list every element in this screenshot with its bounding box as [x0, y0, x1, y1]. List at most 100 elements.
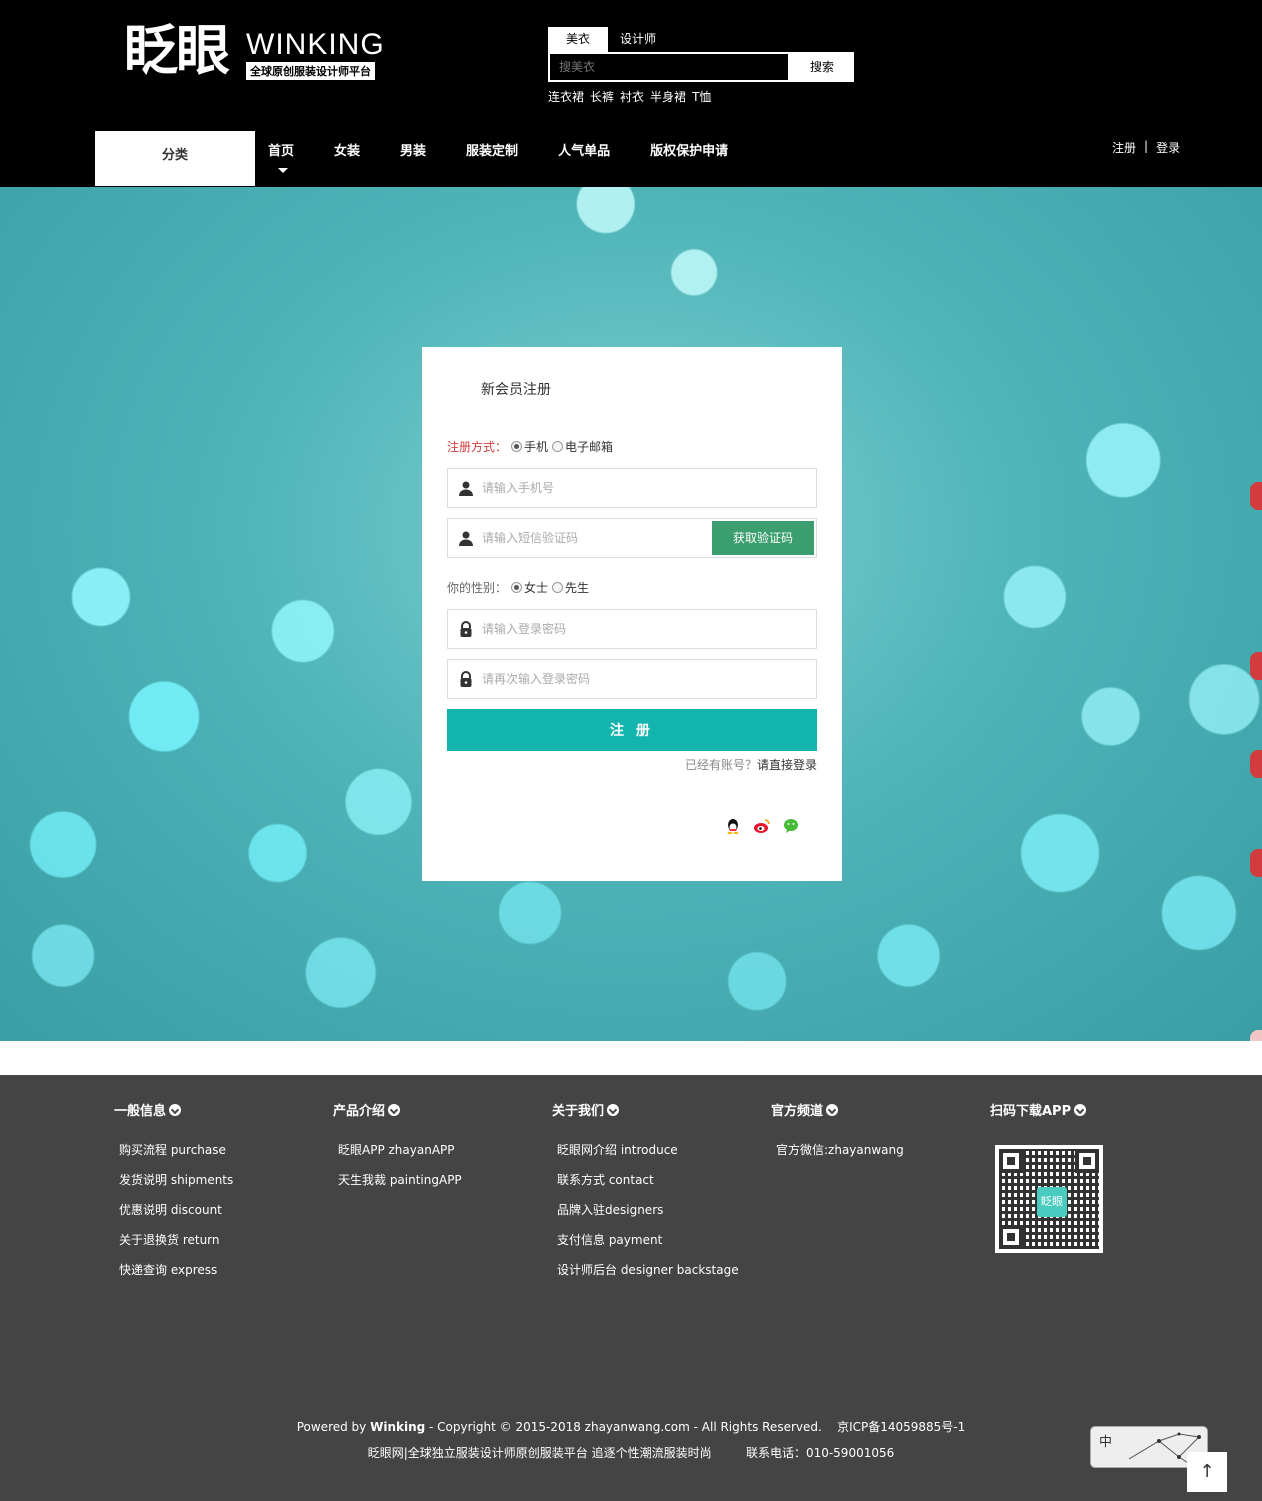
- logo-cn-text: 眨眼: [124, 19, 230, 82]
- nav-women[interactable]: 女装: [334, 140, 360, 159]
- register-link[interactable]: 注册: [1112, 139, 1136, 156]
- hot-word-dress[interactable]: 连衣裙: [548, 88, 584, 105]
- chevron-down-icon: [826, 1103, 839, 1116]
- register-method: 注册方式： 手机 电子邮箱: [447, 438, 613, 455]
- side-float-tab[interactable]: [1250, 750, 1262, 778]
- footer-link[interactable]: 设计师后台 designer backstage: [557, 1261, 739, 1291]
- search-tab-designer[interactable]: 设计师: [608, 27, 668, 52]
- footer-heading-label: 官方频道: [771, 1104, 824, 1119]
- main-nav: 首页 女装 男装 服装定制 人气单品 版权保护申请: [268, 140, 768, 173]
- footer-heading-label: 关于我们: [552, 1104, 605, 1119]
- search-tab-clothes[interactable]: 美衣: [548, 27, 608, 52]
- footer-link[interactable]: 快递查询 express: [119, 1261, 233, 1291]
- footer-link[interactable]: 支付信息 payment: [557, 1231, 739, 1261]
- footer-link[interactable]: 天生我裁 paintingAPP: [338, 1171, 462, 1201]
- gender-select: 你的性别： 女士 先生: [447, 579, 589, 596]
- wechat-icon[interactable]: [783, 818, 801, 834]
- footer-heading[interactable]: 关于我们: [552, 1100, 739, 1119]
- footer-col-products: 产品介绍 眨眼APP zhayanAPP 天生我裁 paintingAPP: [333, 1100, 462, 1201]
- footer-heading[interactable]: 一般信息: [114, 1100, 233, 1119]
- footer-col-app: 扫码下载APP: [990, 1100, 1087, 1119]
- side-float-tab[interactable]: [1250, 482, 1262, 510]
- radio-female-label: 女士: [524, 581, 549, 595]
- direct-login-link[interactable]: 请直接登录: [757, 758, 817, 772]
- nav-home-label: 首页: [268, 144, 295, 159]
- icp-number[interactable]: 京ICP备14059885号-1: [837, 1420, 965, 1434]
- account-links: 注册 | 登录: [1112, 139, 1180, 156]
- qr-finder: [1075, 1149, 1099, 1173]
- footer-link[interactable]: 关于退换货 return: [119, 1231, 233, 1261]
- footer-link[interactable]: 发货说明 shipments: [119, 1171, 233, 1201]
- lock-icon: [460, 671, 472, 687]
- register-submit-button[interactable]: 注 册: [447, 709, 817, 751]
- footer-link[interactable]: 联系方式 contact: [557, 1171, 739, 1201]
- nav-custom[interactable]: 服装定制: [466, 140, 518, 159]
- get-code-button[interactable]: 获取验证码: [712, 521, 814, 555]
- side-float-tab[interactable]: [1250, 652, 1262, 680]
- radio-male-label: 先生: [565, 581, 590, 595]
- slogan-line: 眨眼网|全球独立服装设计师原创服装平台 追逐个性潮流服装时尚 联系电话：010-…: [0, 1444, 1262, 1461]
- user-icon: [459, 481, 473, 496]
- nav-home[interactable]: 首页: [268, 140, 295, 173]
- ime-language[interactable]: 中: [1099, 1431, 1112, 1450]
- footer-heading[interactable]: 扫码下载APP: [990, 1100, 1087, 1119]
- copyright-text: - Copyright © 2015-2018 zhayanwang.com -…: [425, 1420, 822, 1434]
- confirm-password-input[interactable]: [482, 660, 732, 698]
- hot-word-tshirt[interactable]: T恤: [692, 88, 711, 105]
- footer-heading[interactable]: 产品介绍: [333, 1100, 462, 1119]
- side-float-tab[interactable]: [1250, 849, 1262, 877]
- nav-copyright[interactable]: 版权保护申请: [650, 140, 728, 159]
- site-logo[interactable]: 眨眼 WINKING 全球原创服装设计师平台: [124, 20, 384, 84]
- login-link[interactable]: 登录: [1156, 139, 1180, 156]
- side-float-tab[interactable]: [1250, 1030, 1262, 1041]
- footer-heading-label: 产品介绍: [333, 1104, 386, 1119]
- qq-icon[interactable]: [725, 818, 741, 834]
- radio-email-label: 电子邮箱: [565, 440, 614, 454]
- radio-female[interactable]: [511, 582, 523, 593]
- search-tabs: 美衣 设计师: [548, 27, 668, 52]
- sms-code-input[interactable]: [482, 519, 732, 557]
- back-to-top-button[interactable]: ↑: [1187, 1452, 1227, 1492]
- password-input[interactable]: [482, 610, 732, 648]
- chevron-down-icon: [388, 1103, 401, 1116]
- app-qr-code: 眨眼: [995, 1145, 1103, 1253]
- hot-word-shirt[interactable]: 衬衣: [620, 88, 644, 105]
- hot-word-trousers[interactable]: 长裤: [590, 88, 614, 105]
- footer-links: 官方微信:zhayanwang: [771, 1141, 904, 1171]
- search-box: [548, 52, 790, 82]
- password-field: [447, 609, 817, 649]
- user-icon: [459, 531, 473, 546]
- nav-popular[interactable]: 人气单品: [558, 140, 610, 159]
- gender-label: 你的性别：: [447, 581, 508, 595]
- register-title: 新会员注册: [481, 382, 551, 398]
- chevron-down-icon: [607, 1103, 620, 1116]
- search-button[interactable]: 搜索: [790, 52, 854, 82]
- powered-brand: Winking: [370, 1420, 426, 1434]
- search-input[interactable]: [550, 54, 788, 80]
- qr-finder: [999, 1225, 1023, 1249]
- weibo-icon[interactable]: [753, 818, 771, 834]
- category-menu[interactable]: 分类: [95, 131, 255, 186]
- radio-email[interactable]: [552, 441, 564, 452]
- account-separator: |: [1144, 139, 1149, 153]
- caret-down-icon: [278, 168, 288, 173]
- site-header: 眨眼 WINKING 全球原创服装设计师平台 美衣 设计师 搜索 连衣裙 长裤 …: [0, 0, 1262, 187]
- site-slogan: 眨眼网|全球独立服装设计师原创服装平台 追逐个性潮流服装时尚: [367, 1446, 712, 1460]
- footer-links: 眨眼网介绍 introduce 联系方式 contact 品牌入驻designe…: [552, 1141, 739, 1291]
- footer-link[interactable]: 优惠说明 discount: [119, 1201, 233, 1231]
- radio-phone[interactable]: [511, 441, 523, 452]
- hot-word-skirt[interactable]: 半身裙: [650, 88, 686, 105]
- footer-link[interactable]: 眨眼APP zhayanAPP: [338, 1141, 462, 1171]
- footer-link[interactable]: 品牌入驻designers: [557, 1201, 739, 1231]
- phone-input[interactable]: [482, 469, 732, 507]
- nav-men[interactable]: 男装: [400, 140, 426, 159]
- footer-col-channel: 官方频道 官方微信:zhayanwang: [771, 1100, 904, 1171]
- footer-link[interactable]: 购买流程 purchase: [119, 1141, 233, 1171]
- copyright-line: Powered by Winking - Copyright © 2015-20…: [0, 1418, 1262, 1435]
- footer-heading[interactable]: 官方频道: [771, 1100, 904, 1119]
- chevron-down-icon: [169, 1103, 182, 1116]
- register-card: 新会员注册 注册方式： 手机 电子邮箱 获取验证码 你的性别： 女士 先生 注 …: [422, 347, 842, 881]
- footer-link[interactable]: 官方微信:zhayanwang: [776, 1141, 904, 1171]
- footer-link[interactable]: 眨眼网介绍 introduce: [557, 1141, 739, 1171]
- radio-male[interactable]: [552, 582, 564, 593]
